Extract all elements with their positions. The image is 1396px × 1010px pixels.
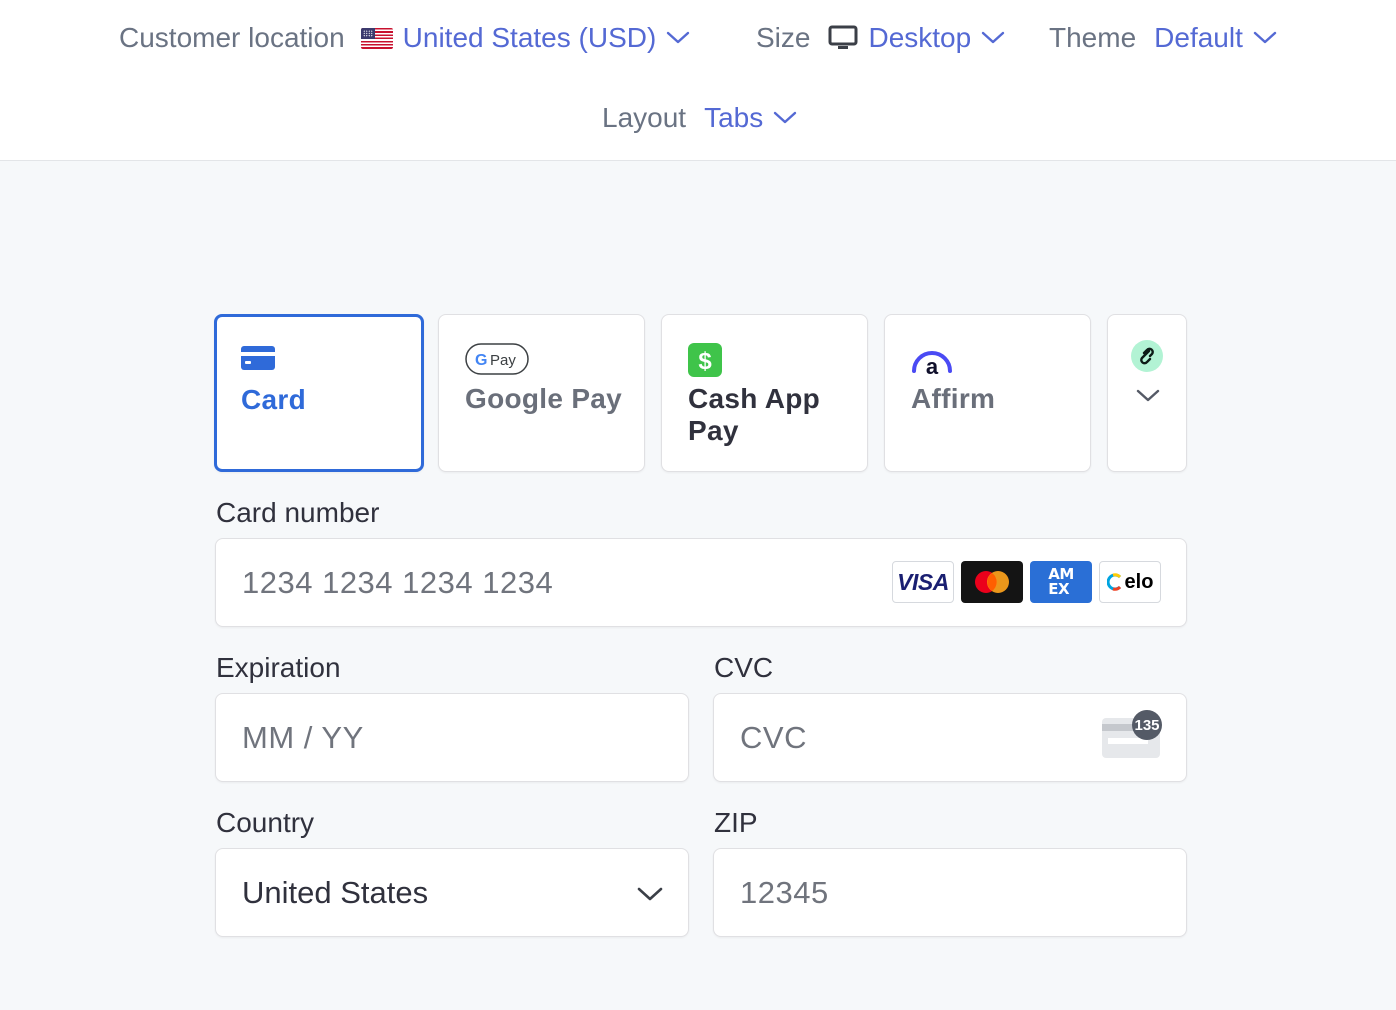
expiration-placeholder: MM / YY [242,719,364,755]
cvc-placeholder: CVC [740,719,807,755]
layout-label: Layout [602,102,687,133]
card-number-label: Card number [216,497,380,528]
theme-label: Theme [1049,22,1137,53]
expiration-label: Expiration [216,652,341,683]
layout-value[interactable]: Tabs [704,102,763,134]
zip-input[interactable]: 12345 [713,848,1187,937]
zip-label: ZIP [714,807,758,838]
cvc-hint-badge: 135 [1132,710,1162,740]
chevron-down-icon[interactable] [773,111,797,125]
theme-value[interactable]: Default [1154,22,1243,54]
svg-text:Pay: Pay [490,352,516,369]
layout-control[interactable]: Layout Tabs [602,98,797,138]
customer-location-value[interactable]: United States (USD) [403,22,657,54]
size-value[interactable]: Desktop [868,22,971,54]
zip-placeholder: 12345 [740,874,829,910]
chevron-down-icon[interactable] [1253,31,1277,45]
chevron-down-icon[interactable] [981,31,1005,45]
card-number-input[interactable]: 1234 1234 1234 1234 VISA AM EX elo [215,538,1187,627]
tab-google-pay-label: Google Pay [465,383,623,414]
size-control[interactable]: Size Desktop [756,18,1005,58]
tab-cash-app-pay[interactable]: $ Cash App Pay [661,314,868,472]
cvc-hint-icon: 135 [1102,710,1162,758]
cvc-input[interactable]: CVC 135 [713,693,1187,782]
chevron-down-icon[interactable] [666,31,690,45]
customer-location-label: Customer location [119,22,345,53]
amex-logo: AM EX [1030,561,1092,603]
svg-text:$: $ [698,348,712,375]
tab-card[interactable]: Card [214,314,424,472]
tab-affirm-label: Affirm [911,383,996,414]
expiration-input[interactable]: MM / YY [215,693,689,782]
card-icon [241,346,275,370]
tab-card-label: Card [241,384,306,415]
card-number-placeholder: 1234 1234 1234 1234 [242,564,554,600]
country-select[interactable]: United States [215,848,689,937]
svg-text:G: G [475,352,487,369]
tab-more[interactable] [1107,314,1187,472]
chevron-down-icon[interactable] [1136,389,1160,403]
elo-logo: elo [1099,561,1161,603]
cvc-label: CVC [714,652,774,683]
tab-cash-app-pay-label: Cash App Pay [688,383,821,446]
size-label: Size [756,22,811,53]
customer-location-control[interactable]: Customer location United States (USD) [119,18,690,58]
link-icon [1131,340,1163,372]
affirm-icon: a [912,351,952,375]
google-pay-icon: G Pay [465,343,529,375]
country-value: United States [242,874,429,910]
mastercard-logo [961,561,1023,603]
cash-app-icon: $ [688,343,722,377]
country-label: Country [216,807,315,838]
chevron-down-icon[interactable] [637,887,663,902]
demo-toolbar: Customer location United States (USD) Si… [0,0,1396,161]
tab-google-pay[interactable]: G Pay Google Pay [438,314,645,472]
visa-logo: VISA [892,561,954,603]
theme-control[interactable]: Theme Default [1049,18,1277,58]
us-flag-icon [360,27,393,49]
tab-affirm[interactable]: a Affirm [884,314,1091,472]
svg-text:a: a [926,354,939,375]
desktop-icon [828,25,858,49]
